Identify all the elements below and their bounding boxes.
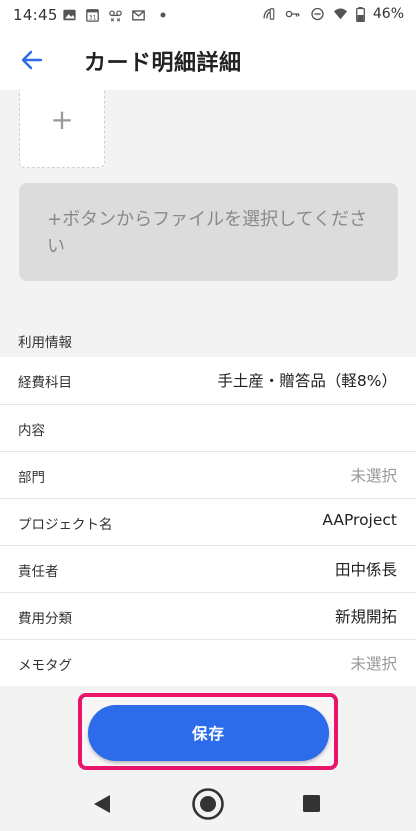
status-time: 14:45 (13, 6, 58, 24)
field-expense-account[interactable]: 経費科目 手土産・贈答品（軽8%） (0, 357, 416, 404)
battery-percent: 46% (372, 6, 404, 22)
field-value: 未選択 (350, 655, 397, 673)
voicemail-icon (109, 10, 122, 22)
field-label: 経費科目 (18, 375, 72, 391)
app-bar: カード明細詳細 (0, 30, 416, 90)
battery-icon (355, 6, 365, 22)
attachment-hint: +ボタンからファイルを選択してください (19, 183, 398, 281)
field-value: 新規開拓 (334, 608, 397, 626)
field-label: 部門 (18, 470, 45, 486)
key-icon (285, 10, 300, 18)
calendar-31-icon: 31 (86, 9, 99, 22)
field-description[interactable]: 内容 (0, 404, 416, 451)
field-label: プロジェクト名 (18, 517, 113, 533)
field-memo-tag[interactable]: メモタグ 未選択 (0, 639, 416, 686)
notification-icons: 31 (62, 8, 166, 22)
dot-icon (160, 12, 166, 18)
arrow-left-icon[interactable] (18, 46, 46, 74)
save-area: 保存 (0, 690, 416, 776)
section-title-usage-info: 利用情報 (18, 335, 72, 351)
field-label: 費用分類 (18, 611, 72, 627)
field-label: 内容 (18, 423, 45, 439)
add-attachment-button[interactable]: + (19, 90, 105, 168)
field-cost-category[interactable]: 費用分類 新規開拓 (0, 592, 416, 639)
field-value: AAProject (322, 511, 397, 529)
field-label: 責任者 (18, 564, 59, 580)
field-label: メモタグ (18, 658, 72, 674)
recents-square-icon[interactable] (303, 795, 320, 812)
plus-icon: + (50, 103, 74, 136)
field-responsible-person[interactable]: 責任者 田中係長 (0, 545, 416, 592)
detail-content[interactable]: + +ボタンからファイルを選択してください 利用情報 経費科目 手土産・贈答品（… (0, 90, 416, 690)
field-value: 手土産・贈答品（軽8%） (217, 372, 397, 390)
field-value: 田中係長 (334, 561, 397, 579)
status-bar: 14:45 31 46% (0, 0, 416, 30)
do-not-disturb-icon (311, 7, 324, 21)
svg-text:31: 31 (89, 14, 97, 21)
field-department[interactable]: 部門 未選択 (0, 451, 416, 498)
page-title: カード明細詳細 (84, 51, 242, 76)
wifi-icon (333, 8, 347, 20)
nfc-icon (263, 8, 275, 20)
usage-info-list: 経費科目 手土産・贈答品（軽8%） 内容 部門 未選択 プロジェクト名 AAPr… (0, 357, 416, 686)
field-project-name[interactable]: プロジェクト名 AAProject (0, 498, 416, 545)
field-value: 未選択 (350, 467, 397, 485)
back-triangle-icon[interactable] (93, 794, 111, 814)
save-button[interactable]: 保存 (88, 705, 329, 761)
system-icons: 46% (261, 6, 404, 22)
gmail-icon (132, 10, 145, 21)
home-circle-icon[interactable] (191, 787, 225, 821)
image-icon (63, 9, 76, 21)
system-nav-bar (0, 776, 416, 831)
